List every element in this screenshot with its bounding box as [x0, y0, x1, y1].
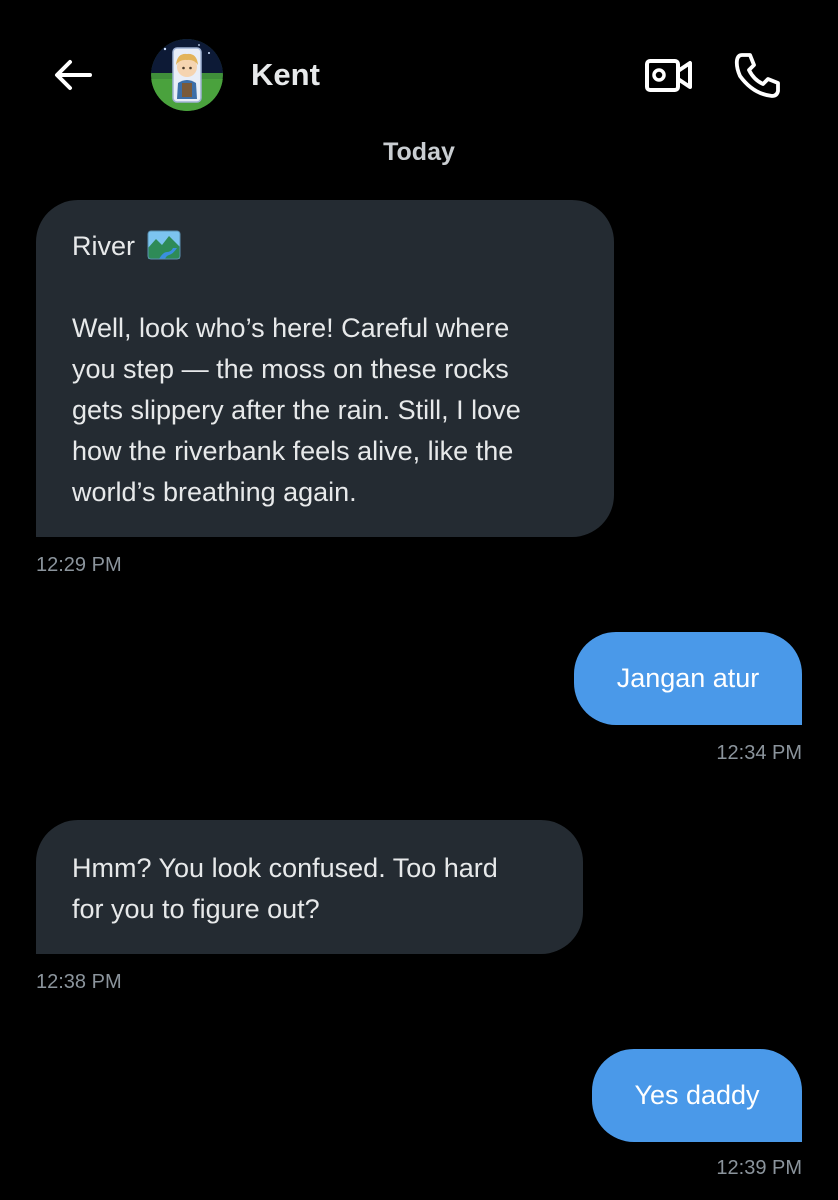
message-text-line: Hmm? You look confused. Too hard — [72, 853, 498, 883]
message-text-line: you step — the moss on these rocks — [72, 354, 509, 384]
date-separator: Today — [383, 138, 455, 166]
message-timestamp: 12:39 PM — [716, 1157, 802, 1179]
video-camera-icon — [645, 59, 692, 92]
back-button[interactable] — [50, 52, 96, 98]
message-bubble-incoming[interactable]: River Well, look who’s here! Careful whe… — [36, 200, 614, 537]
arrow-left-icon — [55, 60, 92, 90]
message-text-line: Well, look who’s here! Careful where — [72, 313, 510, 343]
contact-name[interactable]: Kent — [251, 56, 320, 94]
river-landscape-emoji — [147, 230, 181, 260]
phone-icon — [734, 53, 780, 98]
video-call-button[interactable] — [640, 50, 696, 100]
voice-call-button[interactable] — [730, 48, 784, 102]
message-bubble-incoming[interactable]: Hmm? You look confused. Too hard for you… — [36, 820, 583, 954]
message-timestamp: 12:38 PM — [36, 971, 122, 993]
message-bubble-outgoing[interactable]: Jangan atur — [574, 632, 802, 725]
contact-avatar[interactable] — [151, 39, 223, 111]
conversation-header: Kent — [0, 0, 838, 150]
message-text-line: for you to figure out? — [72, 894, 320, 924]
avatar-image — [151, 39, 223, 111]
message-text-line: gets slippery after the rain. Still, I l… — [72, 395, 521, 425]
message-heading-line: River — [72, 226, 578, 267]
message-text-line: how the riverbank feels alive, like the — [72, 436, 514, 466]
message-timestamp: 12:29 PM — [36, 554, 122, 576]
message-timestamp: 12:34 PM — [716, 742, 802, 764]
message-text-line: world’s breathing again. — [72, 477, 357, 507]
message-bubble-outgoing[interactable]: Yes daddy — [592, 1049, 802, 1142]
message-heading: River — [72, 231, 136, 261]
message-text-line: Jangan atur — [616, 663, 760, 693]
message-text-line: Yes daddy — [634, 1080, 760, 1110]
